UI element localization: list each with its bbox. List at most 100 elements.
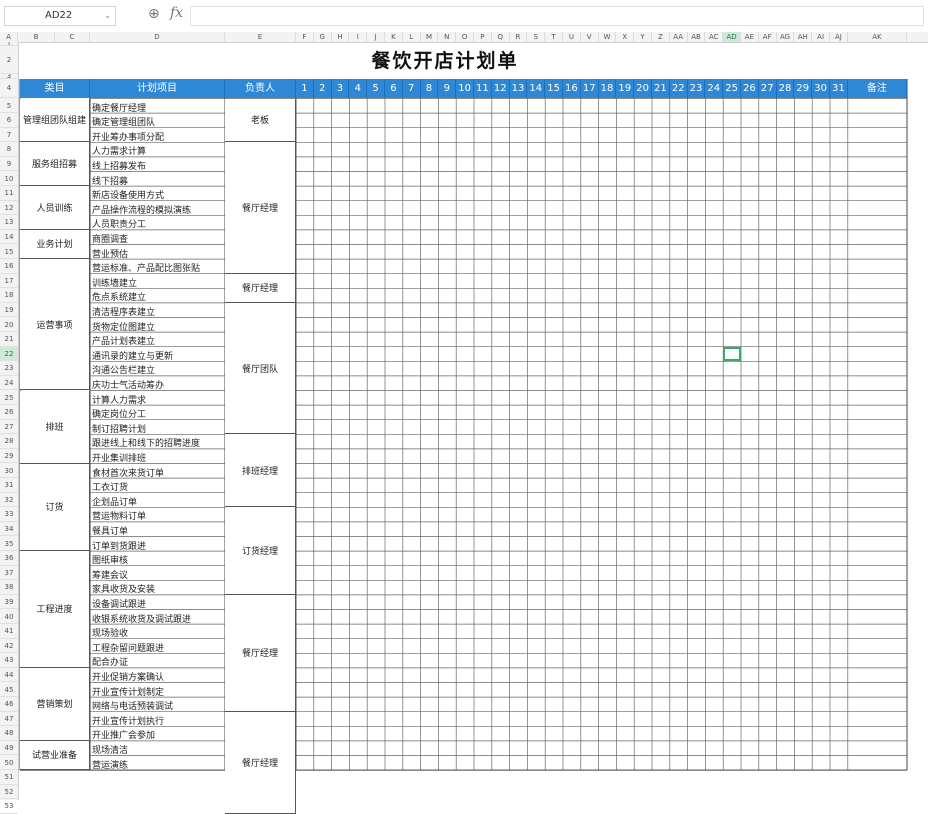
plan-item[interactable]: 企划品订单 (92, 495, 223, 508)
plan-item[interactable]: 训练墙建立 (92, 276, 223, 289)
owner-cell[interactable]: 老板 (225, 98, 296, 143)
plan-item[interactable]: 营运物料订单 (92, 509, 223, 522)
owner-cell[interactable]: 餐厅团队 (225, 302, 296, 435)
header-day[interactable]: 29 (794, 79, 813, 98)
plan-item[interactable]: 清洁程序表建立 (92, 305, 223, 318)
header-day[interactable]: 15 (545, 79, 563, 98)
header-item[interactable]: 计划项目 (90, 79, 225, 98)
header-day[interactable]: 14 (527, 79, 546, 98)
header-day[interactable]: 26 (741, 79, 759, 98)
plan-item[interactable]: 家具收货及安装 (92, 582, 223, 595)
header-day[interactable]: 23 (687, 79, 706, 98)
plan-item[interactable]: 新店设备使用方式 (92, 188, 223, 201)
header-day[interactable]: 16 (563, 79, 581, 98)
header-day[interactable]: 1 (296, 79, 314, 98)
selected-cell[interactable] (723, 346, 741, 362)
plan-item[interactable]: 网络与电话预装调试 (92, 699, 223, 712)
plan-item[interactable]: 筹建会议 (92, 568, 223, 581)
plan-item[interactable]: 工衣订货 (92, 480, 223, 493)
plan-item[interactable]: 开业推广会参加 (92, 728, 223, 741)
plan-item[interactable]: 产品操作流程的模拟演练 (92, 203, 223, 216)
plan-item[interactable]: 货物定位图建立 (92, 320, 223, 333)
plan-item[interactable]: 开业促销方案确认 (92, 670, 223, 683)
plan-item[interactable]: 线下招募 (92, 174, 223, 187)
plan-item[interactable]: 线上招募发布 (92, 159, 223, 172)
owner-cell[interactable]: 餐厅经理 (225, 273, 296, 303)
header-day[interactable]: 17 (580, 79, 599, 98)
plan-item[interactable]: 营业预估 (92, 247, 223, 260)
category-cell[interactable]: 运营事项 (20, 259, 90, 391)
owner-cell[interactable]: 餐厅经理 (225, 142, 296, 274)
category-cell[interactable]: 排班 (20, 390, 90, 464)
category-cell[interactable]: 管理组团队组建 (20, 98, 90, 143)
plan-item[interactable]: 设备调试跟进 (92, 597, 223, 610)
plan-item[interactable]: 沟通公告栏建立 (92, 363, 223, 376)
header-day[interactable]: 12 (491, 79, 510, 98)
header-day[interactable]: 20 (634, 79, 652, 98)
header-day[interactable]: 9 (438, 79, 457, 98)
category-cell[interactable]: 营销策划 (20, 667, 90, 741)
plan-item[interactable]: 餐具订单 (92, 524, 223, 537)
owner-cell[interactable]: 餐厅经理 (225, 711, 296, 814)
plan-item[interactable]: 订单到货跟进 (92, 539, 223, 552)
header-day[interactable]: 10 (456, 79, 474, 98)
header-day[interactable]: 27 (758, 79, 777, 98)
plan-item[interactable]: 人力需求计算 (92, 144, 223, 157)
plan-item[interactable]: 商圈调查 (92, 232, 223, 245)
header-day[interactable]: 24 (705, 79, 724, 98)
plan-item[interactable]: 开业筹办事项分配 (92, 130, 223, 143)
header-day[interactable]: 2 (313, 79, 332, 98)
plan-item[interactable]: 确定管理组团队 (92, 115, 223, 128)
header-day[interactable]: 6 (385, 79, 403, 98)
header-day[interactable]: 21 (652, 79, 670, 98)
header-day[interactable]: 4 (349, 79, 368, 98)
row-number[interactable]: 53 (0, 799, 18, 814)
header-day[interactable]: 30 (812, 79, 830, 98)
plan-item[interactable]: 食材首次来货订单 (92, 466, 223, 479)
plan-item[interactable]: 庆功士气活动筹办 (92, 378, 223, 391)
header-day[interactable]: 18 (598, 79, 617, 98)
category-cell[interactable]: 工程进度 (20, 551, 90, 668)
category-cell[interactable]: 人员训练 (20, 186, 90, 230)
header-day[interactable]: 8 (420, 79, 439, 98)
plan-item[interactable]: 产品计划表建立 (92, 334, 223, 347)
category-cell[interactable]: 服务组招募 (20, 142, 90, 187)
plan-item[interactable]: 跟进线上和线下的招聘进度 (92, 436, 223, 449)
plan-item[interactable]: 制订招聘计划 (92, 422, 223, 435)
header-day[interactable]: 3 (331, 79, 350, 98)
category-cell[interactable]: 订货 (20, 463, 90, 552)
plan-item[interactable]: 营运标准、产品配比图张贴 (92, 261, 223, 274)
plan-item[interactable]: 开业宣传计划制定 (92, 685, 223, 698)
header-day[interactable]: 5 (367, 79, 385, 98)
category-cell[interactable]: 试营业准备 (20, 740, 90, 771)
header-day[interactable]: 13 (509, 79, 528, 98)
plan-item[interactable]: 营运演练 (92, 758, 223, 771)
plan-item[interactable]: 通讯录的建立与更新 (92, 349, 223, 362)
plan-item[interactable]: 开业集训排班 (92, 451, 223, 464)
plan-item[interactable]: 计算人力需求 (92, 393, 223, 406)
plan-item[interactable]: 危点系统建立 (92, 290, 223, 303)
header-day[interactable]: 31 (830, 79, 848, 98)
plan-item[interactable]: 收银系统收货及调试跟进 (92, 612, 223, 625)
header-day[interactable]: 28 (776, 79, 795, 98)
header-note[interactable]: 备注 (847, 79, 907, 98)
header-day[interactable]: 19 (616, 79, 635, 98)
owner-cell[interactable]: 排班经理 (225, 434, 296, 508)
plan-item[interactable]: 确定餐厅经理 (92, 101, 223, 114)
plan-item[interactable]: 开业宣传计划执行 (92, 714, 223, 727)
header-owner[interactable]: 负责人 (225, 79, 296, 98)
header-day[interactable]: 11 (474, 79, 492, 98)
plan-item[interactable]: 确定岗位分工 (92, 407, 223, 420)
plan-item[interactable]: 配合办证 (92, 655, 223, 668)
category-cell[interactable]: 业务计划 (20, 229, 90, 260)
plan-item[interactable]: 现场清洁 (92, 743, 223, 756)
header-category[interactable]: 类目 (20, 79, 90, 98)
plan-item[interactable]: 人员职责分工 (92, 217, 223, 230)
plan-item[interactable]: 现场验收 (92, 626, 223, 639)
header-day[interactable]: 22 (669, 79, 688, 98)
owner-cell[interactable]: 订货经理 (225, 507, 296, 595)
plan-item[interactable]: 工程杂留问题跟进 (92, 641, 223, 654)
plan-item[interactable]: 图纸审核 (92, 553, 223, 566)
header-day[interactable]: 7 (402, 79, 421, 98)
owner-cell[interactable]: 餐厅经理 (225, 594, 296, 712)
